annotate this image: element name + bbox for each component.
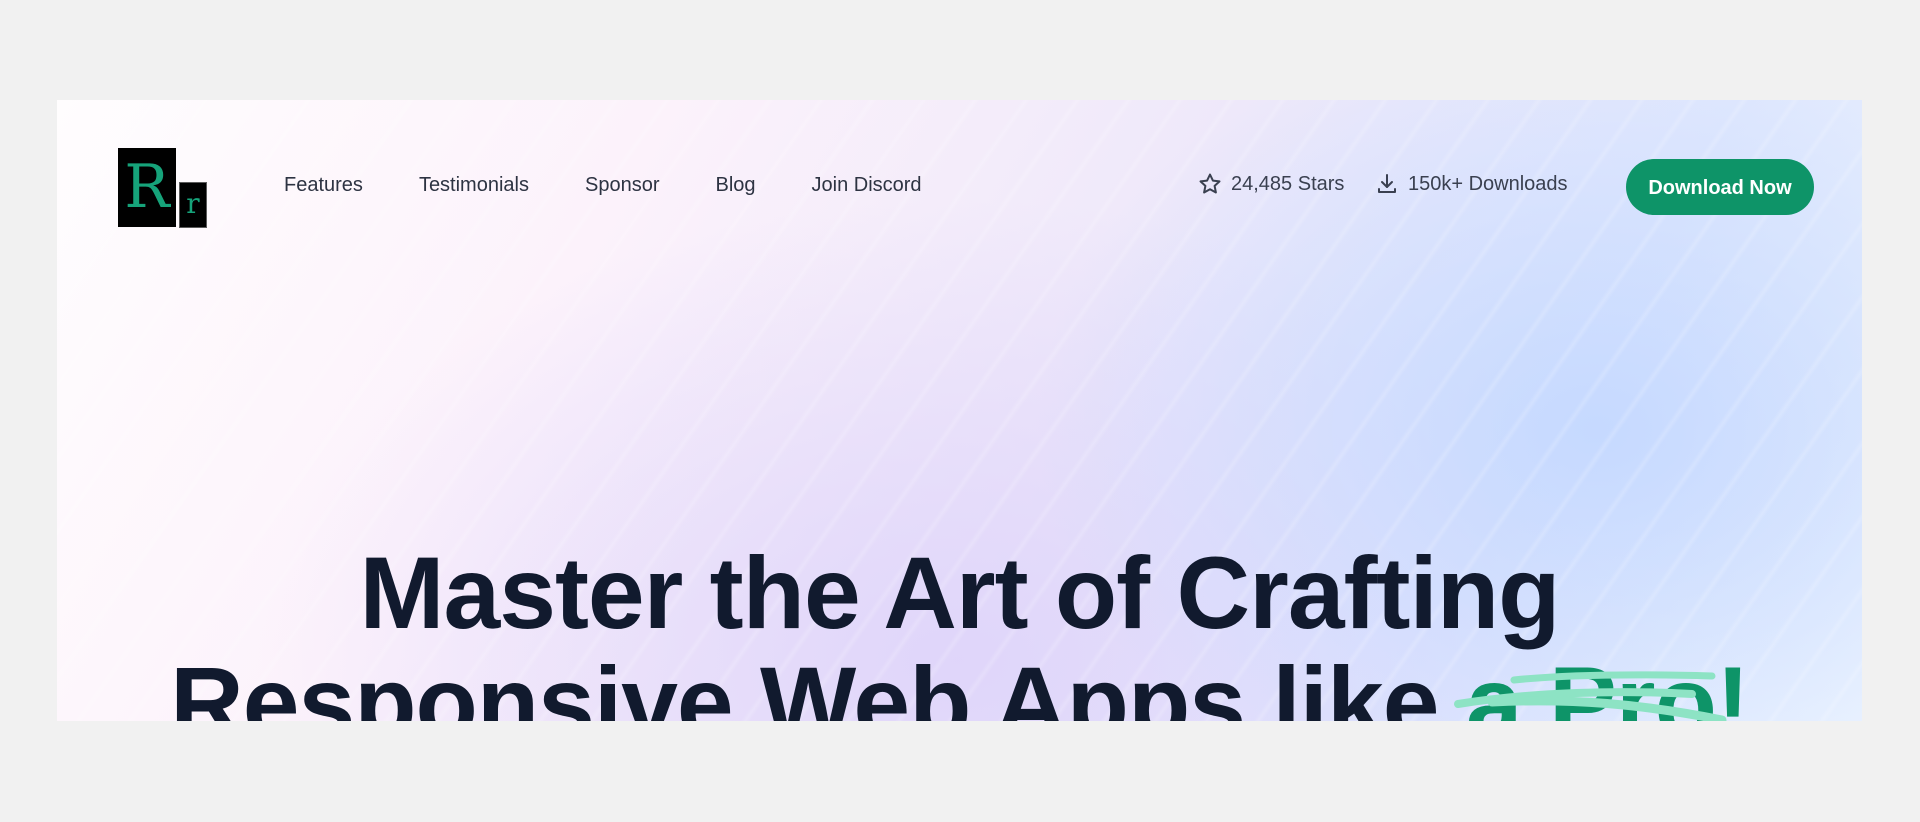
landing-page: R r Features Testimonials Sponsor Blog J…: [57, 100, 1862, 721]
downloads-count[interactable]: 150k+ Downloads: [1375, 172, 1568, 196]
nav-link-sponsor[interactable]: Sponsor: [585, 174, 660, 197]
main-nav: Features Testimonials Sponsor Blog Join …: [284, 174, 978, 197]
logo-letter-small: r: [179, 182, 207, 228]
hero-heading-line-2-prefix: Responsive Web Apps like: [170, 646, 1466, 721]
download-now-button[interactable]: Download Now: [1626, 159, 1814, 215]
star-icon: [1199, 173, 1221, 194]
downloads-count-label: 150k+ Downloads: [1408, 172, 1568, 195]
nav-link-blog[interactable]: Blog: [715, 174, 755, 197]
nav-link-join-discord[interactable]: Join Discord: [812, 174, 922, 197]
nav-link-features[interactable]: Features: [284, 174, 363, 197]
underline-scribble: [1454, 671, 1727, 721]
download-icon: [1378, 174, 1396, 193]
hero-heading-line-1: Master the Art of Crafting: [359, 536, 1561, 651]
nav-link-testimonials[interactable]: Testimonials: [419, 174, 529, 197]
logo[interactable]: R r: [118, 148, 208, 230]
github-stars[interactable]: 24,485 Stars: [1198, 172, 1344, 196]
logo-letter-big: R: [118, 148, 176, 227]
stars-count-label: 24,485 Stars: [1231, 172, 1345, 195]
